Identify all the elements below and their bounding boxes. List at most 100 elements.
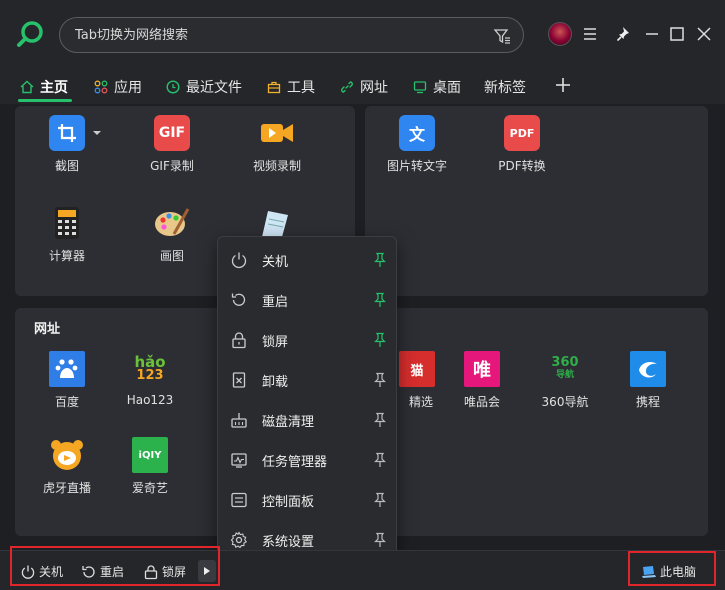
- pin-window-icon[interactable]: [614, 24, 634, 44]
- site-label: 唯品会: [463, 395, 500, 409]
- tab-bar: 主页 应用 最近文件 工具 网址 桌面 新标签: [0, 68, 725, 104]
- site-ctrip[interactable]: 携程: [608, 351, 688, 410]
- vip-icon: 唯: [464, 351, 500, 387]
- power-menu-popup: 关机 重启 锁屏 卸载 磁盘清理 任务管理器 控制面板 系统设置: [217, 236, 397, 559]
- tab-label: 桌面: [433, 80, 461, 96]
- tmall-icon: 猫: [399, 351, 435, 387]
- site-label: Hao123: [126, 393, 174, 407]
- menu-item-control-panel[interactable]: 控制面板: [218, 480, 398, 520]
- site-label: 百度: [54, 395, 79, 409]
- menu-item-shutdown[interactable]: 关机: [218, 240, 398, 280]
- menu-item-label: 任务管理器: [262, 454, 328, 470]
- power-icon: [231, 252, 247, 269]
- restart-label: 重启: [100, 565, 125, 579]
- tab-new-tab[interactable]: 新标签: [484, 76, 526, 98]
- menu-item-restart[interactable]: 重启: [218, 280, 398, 320]
- maximize-icon[interactable]: [667, 24, 687, 44]
- app-label: 截图: [54, 159, 79, 173]
- tab-label: 最近文件: [186, 80, 242, 96]
- minimize-icon[interactable]: [642, 24, 662, 44]
- search-logo-icon[interactable]: [16, 19, 46, 49]
- clock-icon: [166, 80, 180, 94]
- settings-icon: [230, 531, 248, 549]
- menu-item-label: 系统设置: [262, 534, 315, 550]
- menu-item-label: 重启: [262, 294, 289, 310]
- tab-apps[interactable]: 应用: [94, 76, 142, 98]
- site-iqiyi[interactable]: iQIY 爱奇艺: [110, 437, 190, 496]
- app-image-to-text[interactable]: 文 图片转文字: [377, 115, 457, 174]
- menu-item-task-manager[interactable]: 任务管理器: [218, 440, 398, 480]
- pin-icon[interactable]: [372, 412, 388, 428]
- add-tab-icon[interactable]: [554, 76, 572, 94]
- app-screenshot[interactable]: 截图: [27, 115, 107, 174]
- pin-icon[interactable]: [372, 452, 388, 468]
- gif-icon: GIF: [154, 115, 190, 151]
- pin-icon[interactable]: [372, 372, 388, 388]
- avatar[interactable]: [548, 22, 572, 46]
- search-box[interactable]: [59, 17, 524, 53]
- chevron-down-icon[interactable]: [92, 129, 102, 137]
- 360-nav-top: 360: [551, 355, 579, 370]
- notepad-icon[interactable]: [258, 207, 292, 237]
- lock-label: 锁屏: [162, 565, 187, 579]
- pdf-icon: PDF: [504, 115, 540, 151]
- pin-icon[interactable]: [372, 532, 388, 548]
- disk-clean-icon: [231, 413, 247, 428]
- filter-icon[interactable]: [493, 27, 511, 45]
- close-icon[interactable]: [694, 24, 714, 44]
- lock-button[interactable]: 锁屏: [143, 563, 186, 580]
- site-baidu[interactable]: 百度: [27, 351, 107, 410]
- app-pdf-convert[interactable]: PDF PDF转换: [482, 115, 562, 174]
- control-panel-icon: [231, 492, 247, 508]
- site-label: 爱奇艺: [131, 481, 168, 495]
- menu-item-uninstall[interactable]: 卸载: [218, 360, 398, 400]
- shutdown-label: 关机: [39, 565, 64, 579]
- 360-nav-bottom: 导航: [555, 370, 574, 380]
- tab-tools[interactable]: 工具: [267, 76, 315, 98]
- tab-home[interactable]: 主页: [20, 76, 68, 98]
- pin-icon[interactable]: [372, 252, 388, 268]
- menu-item-label: 锁屏: [262, 334, 289, 350]
- site-huya[interactable]: 虎牙直播: [27, 437, 107, 496]
- site-hao123[interactable]: hǎo 123 Hao123: [110, 351, 190, 408]
- tab-desktop[interactable]: 桌面: [413, 76, 461, 98]
- tab-label: 应用: [114, 80, 142, 96]
- link-icon: [341, 81, 353, 93]
- expand-power-menu-button[interactable]: [198, 560, 216, 582]
- menu-item-label: 卸载: [262, 374, 289, 390]
- pin-icon[interactable]: [372, 292, 388, 308]
- tab-label: 网址: [360, 80, 388, 96]
- tab-recent-files[interactable]: 最近文件: [166, 76, 242, 98]
- toolbox-icon: [267, 81, 281, 94]
- title-bar: [0, 0, 725, 68]
- app-gif-record[interactable]: GIF GIF录制: [132, 115, 212, 174]
- restart-button[interactable]: 重启: [81, 563, 124, 580]
- search-input[interactable]: [75, 26, 475, 44]
- site-360-nav[interactable]: 360 导航 360导航: [525, 351, 605, 410]
- pin-icon[interactable]: [372, 492, 388, 508]
- menu-item-lock[interactable]: 锁屏: [218, 320, 398, 360]
- tab-websites[interactable]: 网址: [340, 76, 388, 98]
- computer-icon: [642, 565, 656, 578]
- pin-icon[interactable]: [372, 332, 388, 348]
- site-vip[interactable]: 唯 唯品会: [442, 351, 522, 410]
- menu-icon[interactable]: [580, 24, 600, 44]
- site-label: 携程: [635, 395, 660, 409]
- this-pc-button[interactable]: 此电脑: [641, 563, 696, 580]
- active-tab-indicator: [18, 99, 72, 102]
- calculator-icon: [49, 205, 85, 241]
- menu-item-disk-cleanup[interactable]: 磁盘清理: [218, 400, 398, 440]
- task-manager-icon: [231, 453, 247, 468]
- app-video-record[interactable]: 视频录制: [237, 115, 317, 174]
- uninstall-icon: [232, 372, 246, 388]
- tab-label: 工具: [287, 80, 315, 96]
- palette-icon: [154, 205, 190, 241]
- shutdown-button[interactable]: 关机: [20, 563, 63, 580]
- desktop-icon: [413, 81, 427, 94]
- app-calculator[interactable]: 计算器: [27, 205, 107, 264]
- app-paint[interactable]: 画图: [132, 205, 212, 264]
- tab-label: 新标签: [484, 80, 526, 96]
- websites-title: 网址: [34, 322, 61, 337]
- app-label: GIF录制: [150, 159, 194, 173]
- lock-icon: [232, 332, 246, 349]
